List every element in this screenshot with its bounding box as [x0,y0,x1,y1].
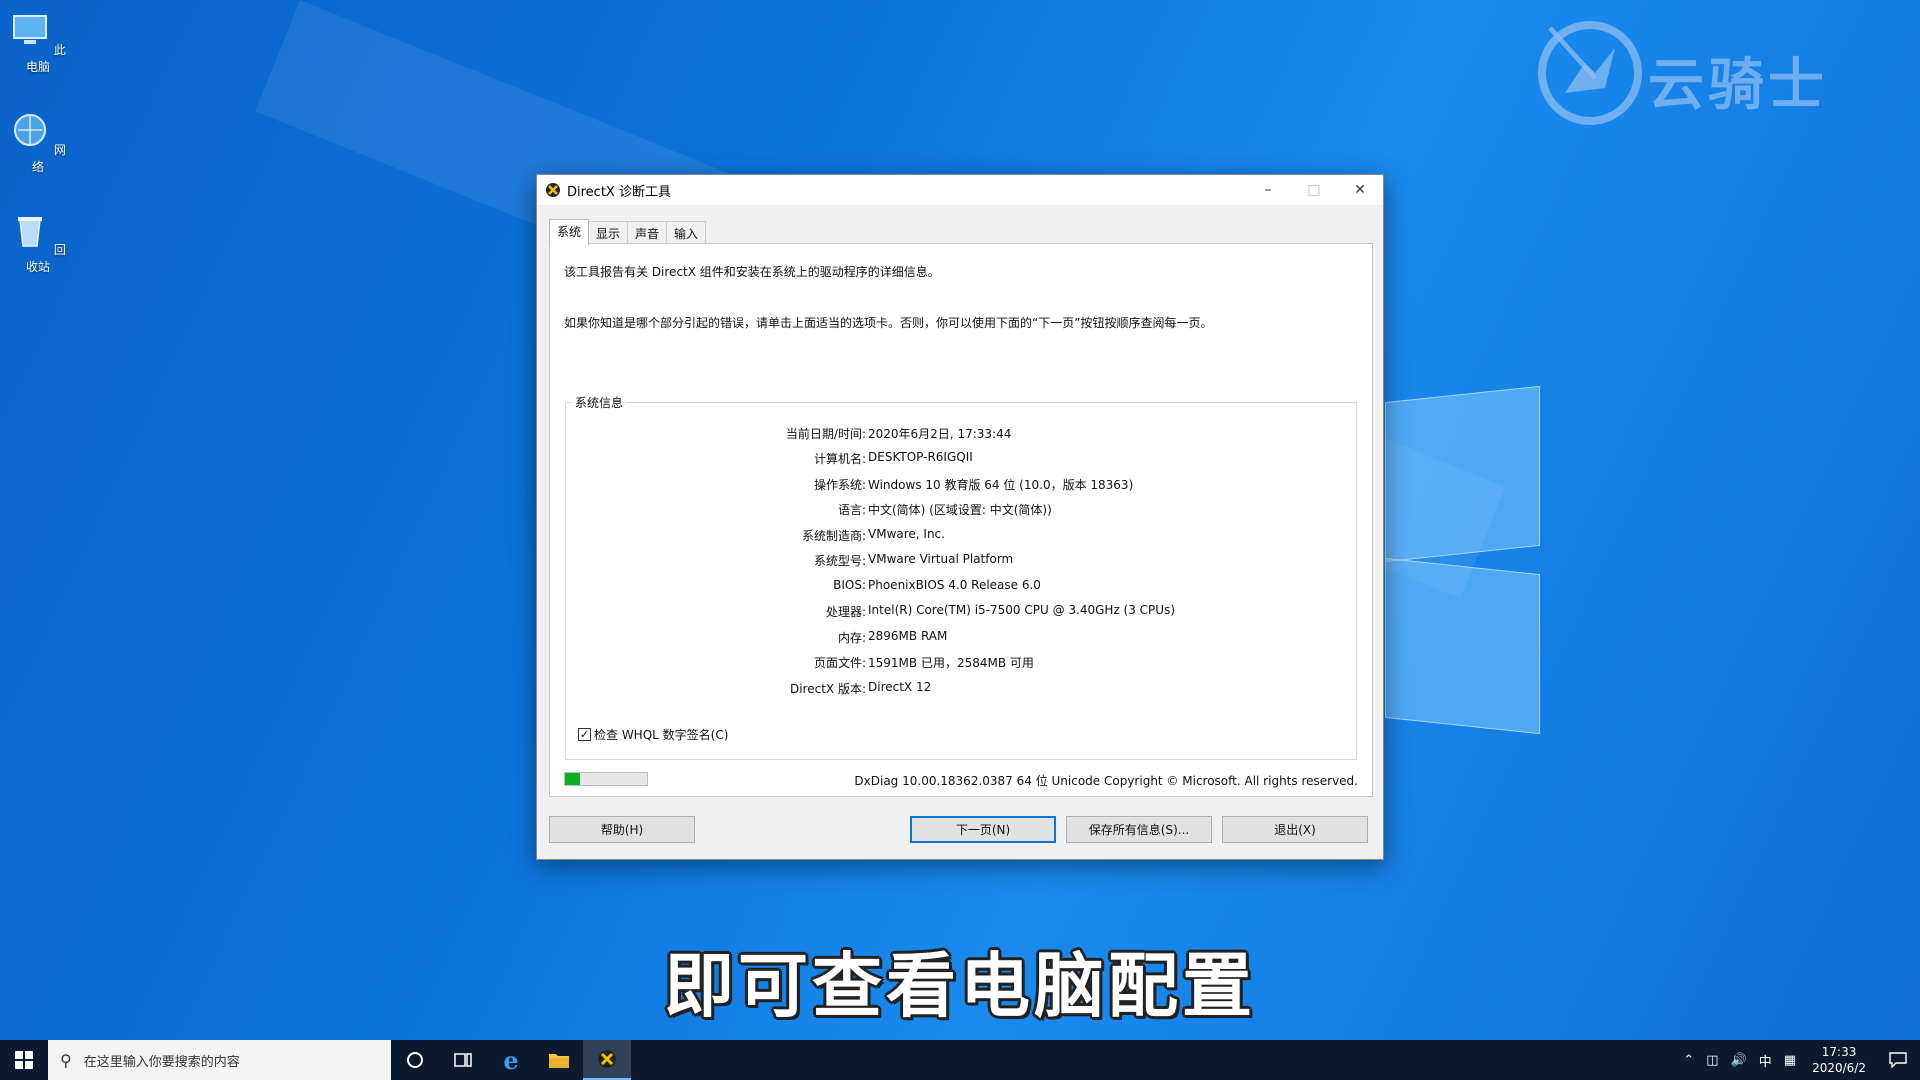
info-row-computer-name: 计算机名: DESKTOP-R6IGQII [566,450,1356,468]
ime-indicator[interactable]: 中 [1753,1051,1778,1070]
start-button[interactable] [0,1040,48,1080]
close-button[interactable]: ✕ [1337,175,1383,205]
directx-icon [598,1050,616,1068]
info-label: 内存: [837,631,866,645]
info-label: 计算机名: [813,452,866,466]
info-value: 2896MB RAM [868,629,948,643]
network-icon [14,114,47,146]
info-row-bios: BIOS: PhoenixBIOS 4.0 Release 6.0 [566,578,1356,596]
help-button[interactable]: 帮助(H) [549,816,695,843]
window-title: DirectX 诊断工具 [567,184,671,200]
intro-text-2: 如果你知道是哪个部分引起的错误，请单击上面适当的选项卡。否则，你可以使用下面的“… [564,316,1213,330]
clock-date: 2020/6/2 [1812,1061,1866,1075]
computer-icon [13,15,48,44]
info-label: 语言: [837,503,866,517]
intro-text-1: 该工具报告有关 DirectX 组件和安装在系统上的驱动程序的详细信息。 [564,265,940,279]
whql-checkbox-label: 检查 WHQL 数字签名(C) [594,728,729,742]
info-value: 1591MB 已用，2584MB 可用 [868,656,1034,670]
exit-button[interactable]: 退出(X) [1222,816,1368,843]
tab-system[interactable]: 系统 [549,219,590,246]
info-label: BIOS: [833,578,866,592]
info-value: VMware Virtual Platform [868,552,1014,566]
notification-icon [1889,1052,1907,1068]
info-label: 系统制造商: [801,529,866,543]
info-value: 中文(简体) (区域设置: 中文(简体)) [868,503,1052,517]
windows-start-icon [15,1051,33,1069]
info-row-model: 系统型号: VMware Virtual Platform [566,552,1356,570]
file-explorer-button[interactable] [535,1040,583,1080]
dxdiag-taskbar-button[interactable] [583,1040,631,1080]
info-value: 2020年6月2日, 17:33:44 [868,427,1012,441]
yunqishi-logo-icon [1538,21,1642,125]
copyright-text: DxDiag 10.00.18362.0387 64 位 Unicode Cop… [854,774,1358,788]
info-row-directx-version: DirectX 版本: DirectX 12 [566,680,1356,698]
info-row-manufacturer: 系统制造商: VMware, Inc. [566,527,1356,545]
info-value: PhoenixBIOS 4.0 Release 6.0 [868,578,1041,592]
whql-checkbox[interactable]: ✓ 检查 WHQL 数字签名(C) [578,726,728,743]
system-tab-panel: 该工具报告有关 DirectX 组件和安装在系统上的驱动程序的详细信息。 如果你… [549,243,1373,797]
watermark-text: 云骑士 [1648,53,1828,118]
info-value: DirectX 12 [868,680,932,694]
network-status-icon[interactable]: ◫ [1700,1053,1724,1068]
recycle-bin-icon [18,217,43,247]
info-label: 处理器: [825,605,866,619]
desktop-icon-this-pc[interactable]: 此电脑 [10,10,66,75]
info-label: 系统型号: [813,554,866,568]
desktop-icon-recycle-bin[interactable]: 回收站 [10,210,66,275]
info-row-pagefile: 页面文件: 1591MB 已用，2584MB 可用 [566,654,1356,672]
info-row-language: 语言: 中文(简体) (区域设置: 中文(简体)) [566,501,1356,519]
directx-icon [546,183,560,197]
info-value: DESKTOP-R6IGQII [868,450,973,464]
checkbox-checked-icon[interactable]: ✓ [578,728,591,741]
system-info-group: 系统信息 当前日期/时间: 2020年6月2日, 17:33:44 计算机名: … [565,394,1357,760]
info-row-memory: 内存: 2896MB RAM [566,629,1356,647]
cortana-button[interactable] [391,1040,439,1080]
video-subtitle: 即可查看电脑配置 [664,945,1256,1027]
windows-logo-wallpaper [1385,380,1545,740]
edge-browser-icon: e [503,1045,519,1075]
info-label: 操作系统: [813,478,866,492]
taskbar: ⚲ 在这里输入你要搜索的内容 e ⌃ ◫ 🔊 中 ▦ 17:33 2020/6/… [0,1040,1920,1080]
info-label: DirectX 版本: [789,682,866,696]
taskbar-clock[interactable]: 17:33 2020/6/2 [1802,1044,1876,1076]
next-page-button[interactable]: 下一页(N) [910,816,1056,843]
ime-mode-icon[interactable]: ▦ [1778,1053,1802,1068]
directx-diagnostic-window: DirectX 诊断工具 – □ ✕ 系统 显示 声音 输入 该工具报告有关 D… [536,174,1384,860]
progress-fill [565,773,580,785]
info-value: Intel(R) Core(TM) i5-7500 CPU @ 3.40GHz … [868,603,1176,617]
edge-button[interactable]: e [487,1040,535,1080]
minimize-button[interactable]: – [1245,175,1291,205]
save-all-info-button[interactable]: 保存所有信息(S)... [1066,816,1212,843]
info-label: 当前日期/时间: [785,427,866,441]
show-hidden-icons-chevron-icon[interactable]: ⌃ [1677,1053,1700,1068]
action-center-button[interactable] [1876,1040,1920,1080]
task-view-icon [454,1053,472,1067]
cortana-circle-icon [407,1052,423,1068]
info-value: VMware, Inc. [868,527,945,541]
desktop-icon-network[interactable]: 网络 [10,110,66,175]
taskbar-search-box[interactable]: ⚲ 在这里输入你要搜索的内容 [48,1040,391,1080]
folder-icon [549,1054,569,1068]
info-label: 页面文件: [813,656,866,670]
system-tray: ⌃ ◫ 🔊 中 ▦ 17:33 2020/6/2 [1677,1040,1920,1080]
info-value: Windows 10 教育版 64 位 (10.0，版本 18363) [868,478,1134,492]
task-view-button[interactable] [439,1040,487,1080]
info-row-datetime: 当前日期/时间: 2020年6月2日, 17:33:44 [566,425,1356,443]
maximize-button: □ [1307,182,1321,198]
system-info-legend: 系统信息 [572,394,627,411]
volume-icon[interactable]: 🔊 [1725,1053,1753,1068]
info-row-os: 操作系统: Windows 10 教育版 64 位 (10.0，版本 18363… [566,476,1356,494]
clock-time: 17:33 [1821,1045,1857,1059]
search-icon: ⚲ [60,1050,72,1070]
search-placeholder: 在这里输入你要搜索的内容 [83,1054,240,1070]
info-row-processor: 处理器: Intel(R) Core(TM) i5-7500 CPU @ 3.4… [566,603,1356,621]
window-titlebar[interactable]: DirectX 诊断工具 – □ ✕ [537,175,1383,205]
progress-bar [564,772,648,786]
